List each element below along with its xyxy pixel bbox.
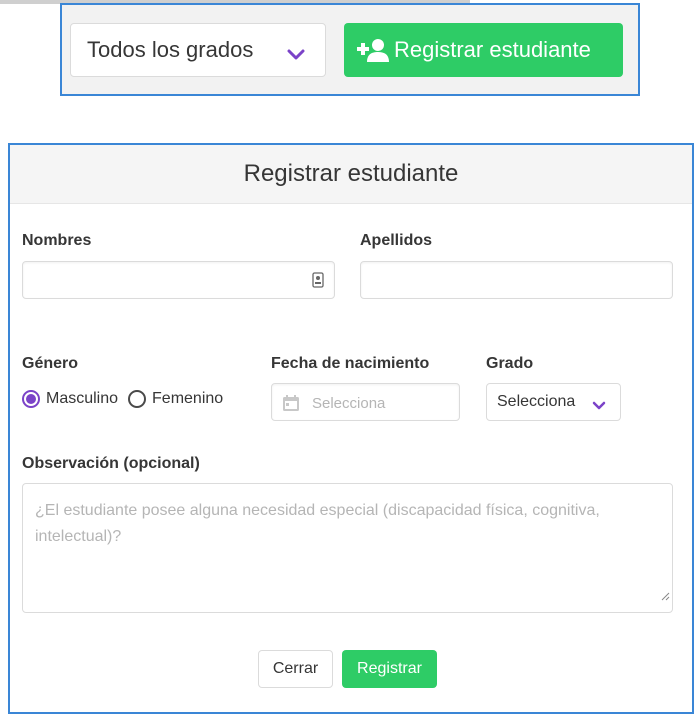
gender-radio-group: Masculino Femenino — [22, 387, 233, 411]
register-student-button[interactable]: Registrar estudiante — [344, 23, 623, 77]
birth-date-input[interactable]: Selecciona — [271, 383, 460, 421]
submit-register-label: Registrar — [357, 660, 422, 677]
resize-grip-icon[interactable] — [660, 584, 670, 610]
radio-masculino[interactable] — [22, 390, 40, 408]
grade-label: Grado — [486, 355, 534, 372]
close-button[interactable]: Cerrar — [258, 650, 333, 688]
gender-label: Género — [22, 355, 79, 372]
grade-select[interactable]: Selecciona — [486, 383, 621, 421]
chevron-down-icon — [592, 398, 606, 416]
grade-filter-value: Todos los grados — [87, 37, 254, 62]
observation-textarea[interactable]: ¿El estudiante posee alguna necesidad es… — [22, 483, 673, 613]
radio-masculino-label[interactable]: Masculino — [46, 390, 118, 408]
chevron-down-icon — [287, 41, 305, 67]
grade-select-value: Selecciona — [497, 393, 576, 410]
observation-label: Observación (opcional) — [22, 455, 200, 472]
modal-header: Registrar estudiante — [10, 145, 692, 204]
register-student-modal: Registrar estudiante Nombres Apellidos G… — [8, 143, 694, 714]
register-student-label: Registrar estudiante — [394, 37, 591, 62]
autofill-card-icon[interactable] — [312, 272, 324, 293]
user-plus-icon — [356, 38, 390, 62]
toolbar: Todos los grados Registrar estudiante — [60, 3, 640, 96]
last-name-label: Apellidos — [360, 232, 433, 249]
last-name-input[interactable] — [360, 261, 673, 299]
grade-filter-select[interactable]: Todos los grados — [70, 23, 326, 77]
birth-date-label: Fecha de nacimiento — [271, 355, 430, 372]
birth-date-placeholder: Selecciona — [312, 395, 386, 412]
radio-femenino[interactable] — [128, 390, 147, 408]
first-name-input[interactable] — [22, 261, 335, 299]
submit-register-button[interactable]: Registrar — [342, 650, 437, 688]
first-name-label: Nombres — [22, 232, 92, 249]
close-button-label: Cerrar — [272, 660, 319, 677]
observation-placeholder: ¿El estudiante posee alguna necesidad es… — [35, 502, 600, 545]
radio-femenino-label[interactable]: Femenino — [152, 390, 223, 408]
calendar-icon — [282, 394, 300, 417]
modal-title: Registrar estudiante — [243, 160, 459, 187]
